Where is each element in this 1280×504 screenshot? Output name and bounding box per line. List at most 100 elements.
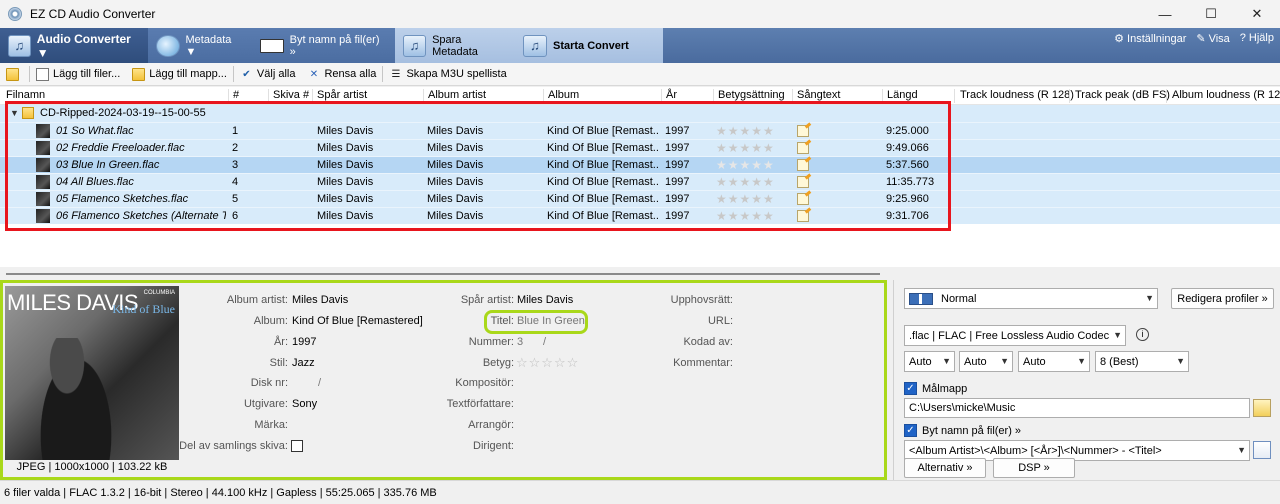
compilation-checkbox[interactable] bbox=[291, 440, 303, 452]
rating-stars[interactable]: ☆☆☆☆☆ bbox=[516, 355, 579, 371]
column-header-rating[interactable]: Betygsättning bbox=[718, 89, 785, 101]
clear-all-button[interactable]: ✕ Rensa alla bbox=[301, 68, 382, 81]
genre-field[interactable]: Jazz bbox=[292, 357, 315, 369]
column-divider[interactable] bbox=[1069, 89, 1070, 103]
home-folder-button[interactable] bbox=[0, 67, 29, 81]
table-row[interactable]: 02 Freddie Freeloader.flac 2 Miles Davis… bbox=[0, 139, 1280, 156]
audio-converter-button[interactable]: ♫ Audio Converter ▼ bbox=[0, 28, 148, 63]
column-header-album-artist[interactable]: Album artist bbox=[428, 89, 486, 101]
edit-pattern-icon[interactable] bbox=[1253, 441, 1271, 459]
bitdepth-select[interactable]: Auto ▼ bbox=[904, 351, 955, 372]
column-divider[interactable] bbox=[882, 89, 883, 103]
compression-select[interactable]: 8 (Best) ▼ bbox=[1095, 351, 1189, 372]
copyright-label: Upphovsrätt: bbox=[670, 294, 733, 306]
add-folder-button[interactable]: Lägg till mapp... bbox=[126, 67, 233, 81]
column-divider[interactable] bbox=[1166, 89, 1167, 103]
rating-stars[interactable]: ★★★★★ bbox=[716, 124, 775, 138]
help-menu[interactable]: ? Hjälp bbox=[1240, 32, 1274, 44]
column-header-lyrics[interactable]: Sångtext bbox=[797, 89, 840, 101]
cell-filename: 05 Flamenco Sketches.flac bbox=[56, 193, 189, 205]
genre-label: Stil: bbox=[269, 357, 288, 369]
destination-checkbox[interactable]: ✓ bbox=[904, 382, 917, 395]
column-header-track-loudness[interactable]: Track loudness (R 128) bbox=[960, 89, 1074, 101]
channels-select[interactable]: Auto ▼ bbox=[1018, 351, 1090, 372]
info-icon[interactable]: i bbox=[1136, 328, 1149, 341]
view-menu[interactable]: ✎ Visa bbox=[1196, 32, 1229, 45]
metadata-button[interactable]: Metadata ▼ bbox=[148, 28, 252, 63]
close-button[interactable]: ✕ bbox=[1234, 0, 1280, 28]
select-all-button[interactable]: ✔ Välj alla bbox=[234, 68, 302, 81]
rating-stars[interactable]: ★★★★★ bbox=[716, 141, 775, 155]
table-row[interactable]: 05 Flamenco Sketches.flac 5 Miles Davis … bbox=[0, 190, 1280, 207]
edit-profiles-button[interactable]: Redigera profiler » bbox=[1171, 288, 1274, 309]
publisher-field[interactable]: Sony bbox=[292, 398, 317, 410]
url-label: URL: bbox=[707, 315, 733, 327]
rename-files-button[interactable]: Byt namn på fil(er) » bbox=[252, 28, 395, 63]
maximize-button[interactable]: ☐ bbox=[1188, 0, 1234, 28]
rename-checkbox[interactable]: ✓ bbox=[904, 424, 917, 437]
lyrics-edit-icon[interactable] bbox=[797, 125, 809, 137]
column-divider[interactable] bbox=[423, 89, 424, 103]
panel-splitter[interactable] bbox=[0, 268, 1280, 280]
table-row[interactable]: 03 Blue In Green.flac 3 Miles Davis Mile… bbox=[0, 156, 1280, 173]
title-field[interactable]: Blue In Green bbox=[517, 315, 585, 327]
table-row[interactable]: 06 Flamenco Sketches (Alternate T... 6 M… bbox=[0, 207, 1280, 224]
start-convert-button[interactable]: ♫ Starta Convert bbox=[515, 28, 663, 63]
lyrics-edit-icon[interactable] bbox=[797, 176, 809, 188]
column-header-year[interactable]: År bbox=[666, 89, 677, 101]
rating-stars[interactable]: ★★★★★ bbox=[716, 175, 775, 189]
collapse-arrow-icon[interactable]: ▼ bbox=[10, 108, 19, 118]
destination-path-input[interactable]: C:\Users\micke\Music bbox=[904, 398, 1250, 418]
number-field[interactable]: 3 bbox=[517, 336, 523, 348]
rating-stars[interactable]: ★★★★★ bbox=[716, 158, 775, 172]
column-header-length[interactable]: Längd bbox=[887, 89, 918, 101]
table-row[interactable]: 04 All Blues.flac 4 Miles Davis Miles Da… bbox=[0, 173, 1280, 190]
column-header-album-loudness[interactable]: Album loudness (R 128) bbox=[1172, 89, 1280, 101]
dsp-button[interactable]: DSP » bbox=[993, 458, 1075, 478]
rating-stars[interactable]: ★★★★★ bbox=[716, 209, 775, 223]
lyrics-edit-icon[interactable] bbox=[797, 210, 809, 222]
lyrics-edit-icon[interactable] bbox=[797, 142, 809, 154]
column-header-track-peak[interactable]: Track peak (dB FS) bbox=[1075, 89, 1170, 101]
lyrics-edit-icon[interactable] bbox=[797, 193, 809, 205]
settings-menu[interactable]: ⚙ Inställningar bbox=[1114, 32, 1186, 45]
disc-field[interactable]: / bbox=[318, 377, 321, 389]
album-field[interactable]: Kind Of Blue [Remastered] bbox=[292, 315, 423, 327]
track-artist-field[interactable]: Miles Davis bbox=[517, 294, 573, 306]
file-list[interactable]: Filnamn # Skiva # Spår artist Album arti… bbox=[0, 87, 1280, 267]
column-header-disc[interactable]: Skiva # bbox=[273, 89, 309, 101]
format-select[interactable]: .flac | FLAC | Free Lossless Audio Codec… bbox=[904, 325, 1126, 346]
profile-select[interactable]: Normal ▼ bbox=[904, 288, 1158, 309]
column-divider[interactable] bbox=[954, 89, 955, 103]
audio-converter-label: Audio Converter ▼ bbox=[36, 31, 131, 60]
table-row[interactable]: 01 So What.flac 1 Miles Davis Miles Davi… bbox=[0, 122, 1280, 139]
cell-track-artist: Miles Davis bbox=[317, 210, 374, 222]
column-divider[interactable] bbox=[228, 89, 229, 103]
alternatives-button[interactable]: Alternativ » bbox=[904, 458, 986, 478]
column-header-filename[interactable]: Filnamn bbox=[6, 89, 45, 101]
column-divider[interactable] bbox=[268, 89, 269, 103]
cell-album-artist: Miles Davis bbox=[427, 142, 484, 154]
samplerate-select[interactable]: Auto ▼ bbox=[959, 351, 1013, 372]
column-divider[interactable] bbox=[312, 89, 313, 103]
column-header-number[interactable]: # bbox=[233, 89, 239, 101]
column-divider[interactable] bbox=[543, 89, 544, 103]
rating-stars[interactable]: ★★★★★ bbox=[716, 192, 775, 206]
cell-year: 1997 bbox=[665, 125, 690, 137]
column-divider[interactable] bbox=[792, 89, 793, 103]
browse-folder-icon[interactable] bbox=[1253, 399, 1271, 417]
column-divider[interactable] bbox=[713, 89, 714, 103]
create-m3u-button[interactable]: ☰ Skapa M3U spellista bbox=[383, 68, 512, 81]
album-artist-field[interactable]: Miles Davis bbox=[292, 294, 348, 306]
minimize-button[interactable]: — bbox=[1142, 0, 1188, 28]
column-divider[interactable] bbox=[661, 89, 662, 103]
year-field[interactable]: 1997 bbox=[292, 336, 316, 348]
column-header-track-artist[interactable]: Spår artist bbox=[317, 89, 367, 101]
add-files-button[interactable]: Lägg till filer... bbox=[30, 67, 126, 81]
column-header-album[interactable]: Album bbox=[548, 89, 579, 101]
add-folder-icon bbox=[132, 67, 146, 81]
save-metadata-button[interactable]: ♫ Spara Metadata bbox=[395, 28, 515, 63]
lyrics-edit-icon[interactable] bbox=[797, 159, 809, 171]
folder-group-row[interactable]: ▼ CD-Ripped-2024-03-19--15-00-55 bbox=[0, 105, 1280, 122]
album-cover[interactable]: MILES DAVIS COLUMBIA Kind of Blue bbox=[5, 286, 179, 460]
